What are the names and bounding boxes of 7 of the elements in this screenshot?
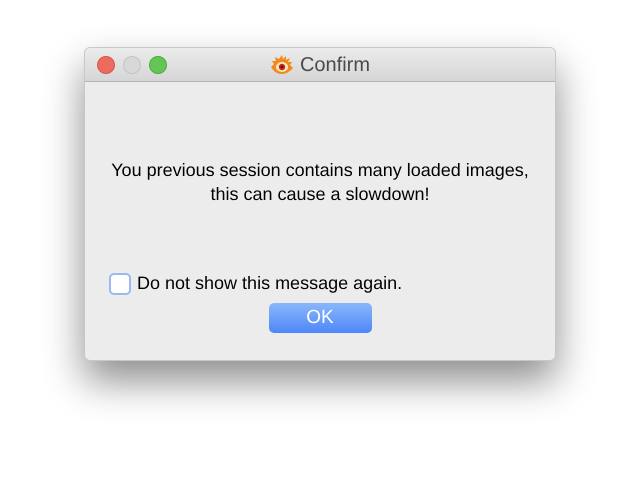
eye-icon [270,54,294,76]
message-text: You previous session contains many loaded images, this can cause a slowdown! [110,159,530,206]
zoom-button[interactable] [149,56,167,74]
window-title: Confirm [300,52,370,78]
close-button[interactable] [97,56,115,74]
minimize-button[interactable] [123,56,141,74]
dont-show-checkbox[interactable]: Do not show this message again. [109,270,402,297]
